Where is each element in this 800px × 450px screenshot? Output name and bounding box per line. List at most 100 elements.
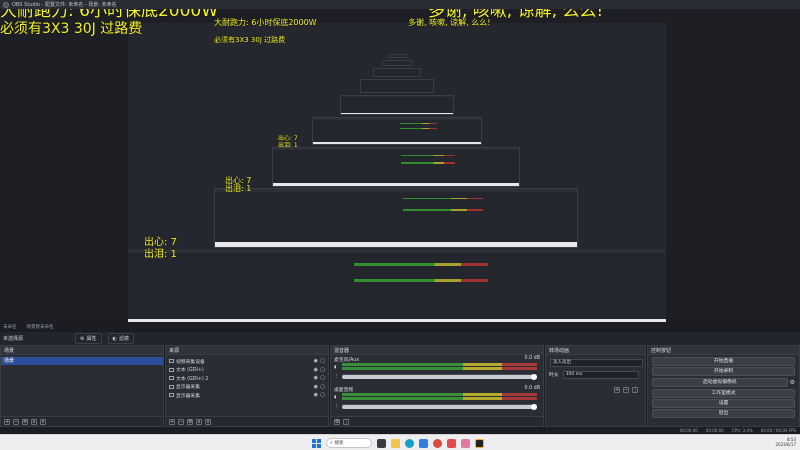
nested-preview-main xyxy=(128,249,666,322)
mixer-dock-title: 混音器 xyxy=(331,346,543,355)
live-timer: 00:00:00 xyxy=(679,428,698,433)
nested-preview-1 xyxy=(214,188,578,248)
source-down-button[interactable]: ∨ xyxy=(205,418,211,425)
kebab-menu-icon[interactable]: ⋮ xyxy=(334,374,339,379)
scene-down-button[interactable]: ∨ xyxy=(40,418,46,425)
system-clock[interactable]: 8:53 2023/6/17 xyxy=(775,437,796,447)
camera-icon xyxy=(169,359,174,364)
volume-meter xyxy=(342,393,537,396)
search-placeholder: 搜索 xyxy=(334,441,344,446)
overlay-left-line1: 大耐跑力: 6小时保底2000W xyxy=(0,9,219,21)
volume-meter xyxy=(342,363,537,366)
channel-controls: ◖ ⋮ xyxy=(334,395,339,409)
eye-icon[interactable]: ◉ xyxy=(314,367,318,373)
eye-icon[interactable]: ◉ xyxy=(314,392,318,398)
scene-status-bar: 未命名 场景暂未命名 xyxy=(0,322,800,332)
cpu-usage: CPU: 3.4% xyxy=(731,428,753,433)
add-scene-button[interactable]: + xyxy=(4,418,10,425)
remove-scene-button[interactable]: − xyxy=(13,418,19,425)
lock-icon[interactable]: ▢ xyxy=(320,384,325,390)
overlay-left-line1-small: 大耐跑力: 6小时保底2000W xyxy=(214,18,317,27)
gear-icon: ⚙ xyxy=(80,335,85,342)
overlay-stat-out: 出心: 7 xyxy=(144,237,177,248)
duration-input[interactable]: 300 ms xyxy=(562,370,639,379)
source-item[interactable]: 视频采集设备 ◉ ▢ xyxy=(166,357,328,366)
edge-browser-icon[interactable] xyxy=(405,438,414,448)
add-source-button[interactable]: + xyxy=(169,418,175,425)
exit-button[interactable]: 退出 xyxy=(652,409,795,418)
duration-label: 时长 xyxy=(549,373,559,378)
preview-area[interactable]: 大耐跑力: 6小时保底2000W 必须有3X3 30J 过路费 多谢, 咳嗽, … xyxy=(0,9,800,322)
mixer-settings-button[interactable]: ⚙ xyxy=(334,418,340,425)
mixer-menu-button[interactable]: ⋮ xyxy=(343,418,349,425)
kebab-menu-icon[interactable]: ⋮ xyxy=(334,404,339,409)
eye-icon[interactable]: ◉ xyxy=(314,375,318,381)
scene-up-button[interactable]: ∧ xyxy=(31,418,37,425)
fps-readout: 60.00 / 60.00 FPS xyxy=(760,428,796,433)
transition-type-select[interactable]: 淡入淡出 xyxy=(550,358,643,367)
speaker-icon[interactable]: ◖ xyxy=(334,395,339,400)
scenes-dock: 场景 场景 + − ≡ ∧ ∨ xyxy=(0,345,164,427)
app-icon-pink[interactable] xyxy=(461,438,470,448)
source-item[interactable]: 显示器采集 ◉ ▢ xyxy=(166,391,328,400)
scene-filter-button[interactable]: ≡ xyxy=(22,418,28,425)
app-icon-red[interactable] xyxy=(447,438,456,448)
sources-dock-title: 来源 xyxy=(166,346,328,355)
source-item[interactable]: 显示器采集 ◉ ▢ xyxy=(166,383,328,392)
volume-slider-handle[interactable] xyxy=(531,374,537,380)
add-transition-button[interactable]: + xyxy=(614,387,620,393)
properties-button[interactable]: ⚙ 属性 xyxy=(75,333,102,344)
speaker-icon[interactable]: ◖ xyxy=(334,365,339,370)
preview-canvas[interactable] xyxy=(128,23,666,322)
transitions-dock-title: 转场动画 xyxy=(546,346,645,355)
filters-button[interactable]: ◐ 滤镜 xyxy=(107,333,134,344)
source-label: 显示器采集 xyxy=(176,385,200,391)
studio-mode-button[interactable]: 工作室模式 xyxy=(652,389,795,398)
overlay-left-line2-small: 必须有3X3 30J 过路费 xyxy=(214,36,286,44)
source-label: 文本 (GDI+) xyxy=(176,368,204,374)
source-properties-button[interactable]: ⚙ xyxy=(187,418,193,425)
start-streaming-button[interactable]: 开始直播 xyxy=(652,357,795,366)
chrome-icon[interactable] xyxy=(433,438,442,448)
remove-source-button[interactable]: − xyxy=(178,418,184,425)
source-item[interactable]: 文本 (GDI+) ◉ ▢ xyxy=(166,366,328,375)
lock-icon[interactable]: ▢ xyxy=(320,367,325,373)
taskbar-search[interactable]: ⌕ 搜索 xyxy=(326,438,372,448)
eye-icon[interactable]: ◉ xyxy=(314,384,318,390)
source-up-button[interactable]: ∧ xyxy=(196,418,202,425)
task-view-icon[interactable] xyxy=(377,438,386,448)
channel-name: 桌面音频 xyxy=(334,388,354,393)
scene-item[interactable]: 场景 xyxy=(1,357,163,365)
start-virtual-camera-button[interactable]: 启动虚拟摄像机 xyxy=(652,378,788,387)
lock-icon[interactable]: ▢ xyxy=(320,358,325,364)
text-icon xyxy=(169,376,174,381)
eye-icon[interactable]: ◉ xyxy=(314,358,318,364)
volume-slider[interactable] xyxy=(342,404,537,410)
source-item[interactable]: 文本 (GDI+) 2 ◉ ▢ xyxy=(166,374,328,383)
properties-label: 属性 xyxy=(86,336,97,342)
start-recording-button[interactable]: 开始录制 xyxy=(652,367,795,376)
source-label: 文本 (GDI+) 2 xyxy=(176,376,209,382)
volume-slider-handle[interactable] xyxy=(531,404,537,410)
mixer-dock-toolbar: ⚙ ⋮ xyxy=(331,416,543,426)
search-icon: ⌕ xyxy=(330,441,333,446)
obs-taskbar-icon[interactable] xyxy=(475,438,484,448)
settings-button[interactable]: 设置 xyxy=(652,399,795,408)
transition-menu-button[interactable]: ⋮ xyxy=(632,387,638,393)
mixer-channel: 桌面音频 0.0 dB ◖ ⋮ xyxy=(334,386,540,410)
status-bar: 00:00:00 00:00:00 CPU: 3.4% 60.00 / 60.0… xyxy=(0,427,800,434)
lock-icon[interactable]: ▢ xyxy=(320,392,325,398)
channel-controls: ◖ ⋮ xyxy=(334,365,339,379)
windows-start-icon[interactable] xyxy=(312,438,321,448)
store-icon[interactable] xyxy=(419,438,428,448)
remove-transition-button[interactable]: − xyxy=(623,387,629,393)
gear-icon[interactable]: ⚙ xyxy=(790,379,795,386)
volume-slider[interactable] xyxy=(342,374,537,380)
lock-icon[interactable]: ▢ xyxy=(320,375,325,381)
nested-preview-3 xyxy=(312,117,482,145)
sources-dock-toolbar: + − ⚙ ∧ ∨ xyxy=(166,416,328,426)
transitions-dock: 转场动画 淡入淡出 时长 300 ms + − ⋮ xyxy=(545,345,646,427)
file-explorer-icon[interactable] xyxy=(391,438,400,448)
obs-app-icon xyxy=(3,1,9,8)
window-title: OBS Studio - 配置文件: 未命名 - 场景: 未命名 xyxy=(12,2,117,8)
